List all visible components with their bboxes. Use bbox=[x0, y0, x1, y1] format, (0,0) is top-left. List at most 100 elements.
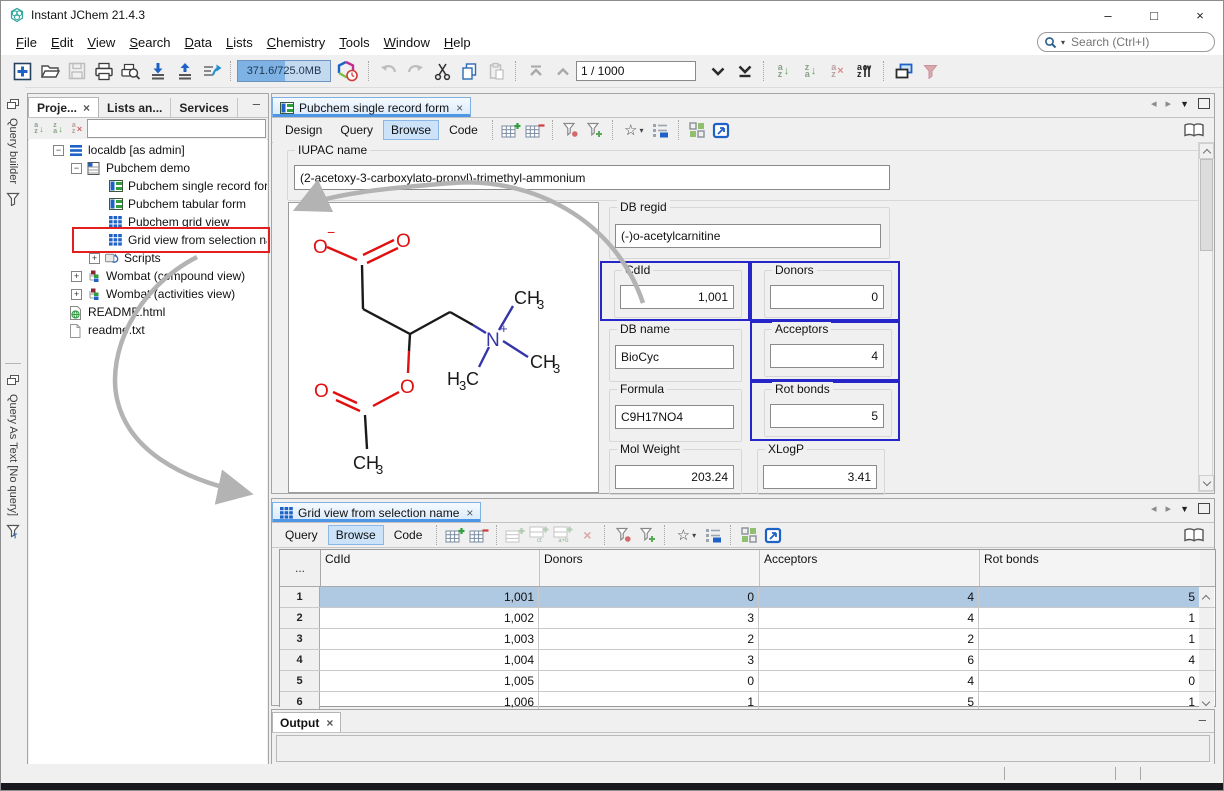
clear-sort-icon[interactable]: az× bbox=[68, 118, 86, 140]
mode-browse[interactable]: Browse bbox=[383, 120, 439, 140]
dock-query-builder[interactable]: Query builder bbox=[1, 99, 25, 206]
cell[interactable]: 1 bbox=[979, 629, 1199, 649]
structure-canvas[interactable]: O − O O O N + CH 3 CH 3 H 3 C CH 3 bbox=[288, 202, 599, 493]
nav-left-icon[interactable]: ◂ bbox=[1151, 97, 1157, 110]
table-row[interactable]: 5 1,005 0 4 0 bbox=[280, 671, 1215, 692]
tree-item-pubchem-grid-view[interactable]: Pubchem grid view bbox=[29, 213, 267, 231]
print-preview-button[interactable] bbox=[117, 58, 144, 84]
expand-toggle[interactable]: + bbox=[71, 289, 82, 300]
nav-right-icon[interactable]: ▸ bbox=[1166, 502, 1172, 515]
nav-right-icon[interactable]: ▸ bbox=[1166, 97, 1172, 110]
column-header-donors[interactable]: Donors bbox=[540, 550, 760, 586]
tab-lists[interactable]: Lists an... bbox=[99, 98, 171, 117]
copy-button[interactable] bbox=[456, 58, 483, 84]
iupac-field[interactable]: (2-acetoxy-3-carboxylato-propyl)-trimeth… bbox=[294, 165, 890, 190]
layout-icon[interactable] bbox=[737, 524, 761, 546]
insert-row-icon-disabled[interactable] bbox=[503, 524, 527, 546]
mol-weight-field[interactable]: 203.24 bbox=[615, 465, 734, 489]
tab-grid-view-from-selection-name[interactable]: Grid view from selection name × bbox=[272, 502, 481, 522]
menu-edit[interactable]: Edit bbox=[44, 32, 80, 53]
open-button[interactable] bbox=[36, 58, 63, 84]
table-row[interactable]: 1 1,001 0 4 5 bbox=[280, 587, 1215, 608]
close-icon[interactable]: × bbox=[326, 716, 333, 730]
add-filter-icon[interactable] bbox=[635, 524, 659, 546]
mode-design[interactable]: Design bbox=[277, 120, 330, 140]
menu-view[interactable]: View bbox=[80, 32, 122, 53]
scroll-down-icon[interactable] bbox=[1199, 475, 1214, 491]
insert-ab-row-icon-disabled[interactable]: a+b bbox=[551, 524, 575, 546]
tab-pubchem-single-record-form[interactable]: Pubchem single record form × bbox=[272, 97, 471, 117]
cell[interactable]: 4 bbox=[759, 608, 979, 628]
menu-tools[interactable]: Tools bbox=[332, 32, 376, 53]
cell[interactable]: 2 bbox=[539, 629, 759, 649]
redo-button[interactable] bbox=[402, 58, 429, 84]
cell[interactable]: 6 bbox=[759, 650, 979, 670]
minimize-window-button[interactable]: – bbox=[1085, 1, 1131, 29]
favorites-star-button[interactable]: ☆▾ bbox=[619, 119, 649, 141]
maximize-window-button[interactable]: □ bbox=[1131, 1, 1177, 29]
output-console[interactable] bbox=[276, 735, 1210, 762]
delete-disabled-icon[interactable]: × bbox=[575, 524, 599, 546]
cell[interactable]: 0 bbox=[979, 671, 1199, 691]
cell[interactable]: 4 bbox=[759, 587, 979, 607]
menu-search[interactable]: Search bbox=[122, 32, 177, 53]
next-record-button[interactable] bbox=[704, 58, 731, 84]
maximize-pane-icon[interactable] bbox=[1198, 503, 1210, 514]
memory-indicator[interactable]: 371.6/725.0MB bbox=[237, 60, 331, 82]
new-view-button[interactable] bbox=[9, 58, 36, 84]
search-caret-icon[interactable]: ▾ bbox=[1061, 38, 1065, 47]
acceptors-field[interactable]: 4 bbox=[770, 344, 884, 368]
custom-sort-button[interactable]: az bbox=[851, 58, 878, 84]
column-header-rot-bonds[interactable]: Rot bonds bbox=[980, 550, 1200, 586]
db-regid-field[interactable]: (-)o-acetylcarnitine bbox=[615, 224, 881, 248]
cell[interactable]: 0 bbox=[539, 671, 759, 691]
cell[interactable]: 1,001 bbox=[320, 587, 539, 607]
add-filter-icon[interactable] bbox=[583, 119, 607, 141]
window-management-button[interactable] bbox=[890, 58, 917, 84]
row-number[interactable]: 4 bbox=[280, 650, 320, 670]
cdid-field[interactable]: 1,001 bbox=[620, 285, 734, 309]
record-position-field[interactable] bbox=[576, 61, 696, 81]
cell[interactable]: 1,005 bbox=[320, 671, 539, 691]
cell[interactable]: 3 bbox=[539, 608, 759, 628]
mode-query[interactable]: Query bbox=[332, 120, 381, 140]
manage-lists-icon[interactable] bbox=[649, 119, 673, 141]
undo-button[interactable] bbox=[375, 58, 402, 84]
cell[interactable]: 5 bbox=[979, 587, 1199, 607]
cell[interactable]: 3 bbox=[539, 650, 759, 670]
tree-item-scripts[interactable]: + Scripts bbox=[29, 249, 267, 267]
row-number[interactable]: 2 bbox=[280, 608, 320, 628]
sort-desc-icon[interactable]: za↓ bbox=[49, 118, 67, 140]
favorites-star-button[interactable]: ☆▾ bbox=[671, 524, 701, 546]
tab-output[interactable]: Output × bbox=[272, 712, 341, 732]
cell[interactable]: 4 bbox=[759, 671, 979, 691]
add-row-icon[interactable] bbox=[499, 119, 523, 141]
cut-button[interactable] bbox=[429, 58, 456, 84]
expand-toggle[interactable]: + bbox=[89, 253, 100, 264]
save-button[interactable] bbox=[63, 58, 90, 84]
book-icon[interactable] bbox=[1182, 119, 1206, 141]
explorer-filter-input[interactable] bbox=[87, 119, 266, 138]
cell[interactable]: 1 bbox=[979, 608, 1199, 628]
close-icon[interactable]: × bbox=[456, 101, 463, 115]
collapse-toggle[interactable]: − bbox=[53, 145, 64, 156]
import-button[interactable] bbox=[144, 58, 171, 84]
open-in-editor-icon[interactable] bbox=[761, 524, 785, 546]
row-number[interactable]: 3 bbox=[280, 629, 320, 649]
layout-icon[interactable] bbox=[685, 119, 709, 141]
delete-row-icon[interactable] bbox=[467, 524, 491, 546]
mode-query[interactable]: Query bbox=[277, 525, 326, 545]
close-icon[interactable]: × bbox=[83, 101, 90, 115]
collapse-toggle[interactable]: − bbox=[71, 163, 82, 174]
menu-data[interactable]: Data bbox=[178, 32, 219, 53]
mode-browse[interactable]: Browse bbox=[328, 525, 384, 545]
search-input[interactable] bbox=[1069, 34, 1224, 50]
menu-file[interactable]: File bbox=[9, 32, 44, 53]
print-button[interactable] bbox=[90, 58, 117, 84]
tab-projects[interactable]: Proje...× bbox=[28, 97, 99, 117]
menu-lists[interactable]: Lists bbox=[219, 32, 260, 53]
row-number[interactable]: 1 bbox=[280, 587, 320, 607]
tree-item-grid-view-from-selection-name[interactable]: Grid view from selection name bbox=[29, 231, 267, 249]
rot-bonds-field[interactable]: 5 bbox=[770, 404, 884, 428]
sort-ascending-button[interactable]: az↓ bbox=[770, 58, 797, 84]
